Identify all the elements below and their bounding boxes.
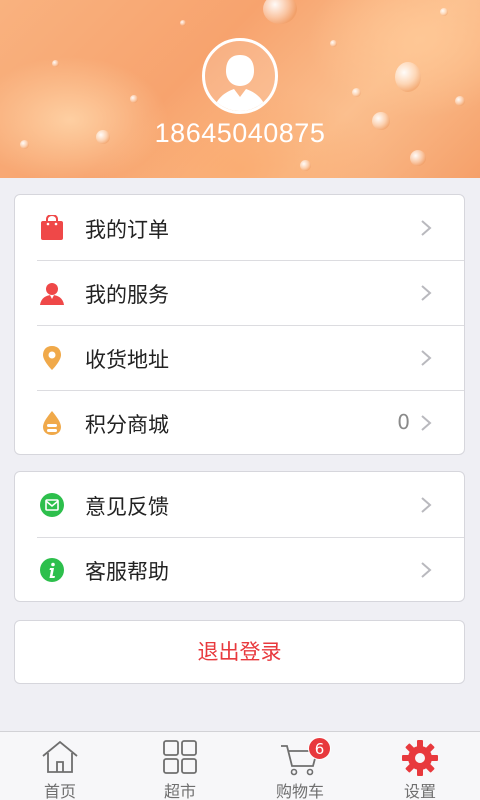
menu-item-label: 我的订单 — [85, 218, 169, 242]
user-phone-number: 18645040875 — [154, 118, 326, 148]
info-help-icon — [40, 558, 64, 582]
water-drop-decoration — [395, 62, 421, 92]
points-balance: 0 — [397, 410, 410, 434]
person-service-icon — [40, 283, 64, 305]
menu-item-my-orders[interactable]: 我的订单 — [15, 195, 464, 260]
menu-item-my-services[interactable]: 我的服务 — [15, 260, 464, 325]
menu-item-label: 我的服务 — [85, 283, 169, 307]
chevron-right-icon — [421, 415, 432, 431]
tab-supermarket[interactable]: 超市 — [120, 732, 240, 800]
chevron-right-icon — [421, 285, 432, 301]
water-drop-decoration — [352, 88, 361, 97]
chevron-right-icon — [421, 220, 432, 236]
user-silhouette-icon — [213, 55, 267, 111]
grid-icon — [163, 740, 197, 774]
tab-cart[interactable]: 6 购物车 — [240, 732, 360, 800]
shopping-bag-icon — [41, 215, 63, 240]
menu-item-label: 意见反馈 — [85, 495, 169, 519]
water-drop-decoration — [263, 0, 297, 24]
tab-home[interactable]: 首页 — [0, 732, 120, 800]
menu-item-label: 积分商城 — [85, 413, 169, 437]
menu-item-points-mall[interactable]: 积分商城 0 — [15, 390, 464, 455]
menu-item-customer-help[interactable]: 客服帮助 — [15, 537, 464, 602]
gear-icon — [402, 740, 438, 776]
tab-label: 超市 — [163, 782, 196, 800]
water-drop-decoration — [52, 60, 59, 67]
menu-item-feedback[interactable]: 意见反馈 — [15, 472, 464, 537]
avatar[interactable] — [202, 38, 278, 114]
logout-button[interactable]: 退出登录 — [14, 620, 465, 684]
water-drop-decoration — [130, 95, 138, 103]
bottom-tab-bar: 首页 超市 6 购物车 设置 — [0, 731, 480, 800]
water-drop-decoration — [300, 160, 311, 171]
chevron-right-icon — [421, 562, 432, 578]
water-drop-decoration — [455, 96, 465, 106]
support-menu-card: 意见反馈 客服帮助 — [14, 471, 465, 602]
water-drop-decoration — [410, 150, 426, 166]
location-pin-icon — [43, 346, 61, 370]
chevron-right-icon — [421, 350, 432, 366]
points-coin-icon — [43, 411, 61, 435]
cart-count-badge: 6 — [308, 737, 331, 760]
menu-item-label: 客服帮助 — [85, 560, 169, 584]
chevron-right-icon — [421, 497, 432, 513]
tab-label: 设置 — [403, 782, 436, 800]
account-menu-card: 我的订单 我的服务 收货地址 积分商城 0 — [14, 194, 465, 455]
home-icon — [42, 740, 78, 773]
water-drop-decoration — [330, 40, 337, 47]
tab-label: 首页 — [43, 782, 76, 800]
water-drop-decoration — [440, 8, 448, 16]
menu-item-shipping-address[interactable]: 收货地址 — [15, 325, 464, 390]
profile-header: 18645040875 — [0, 0, 480, 178]
feedback-mail-icon — [40, 493, 64, 517]
water-drop-decoration — [180, 20, 186, 26]
tab-settings[interactable]: 设置 — [360, 732, 480, 800]
menu-item-label: 收货地址 — [85, 348, 169, 372]
tab-label: 购物车 — [275, 782, 324, 800]
